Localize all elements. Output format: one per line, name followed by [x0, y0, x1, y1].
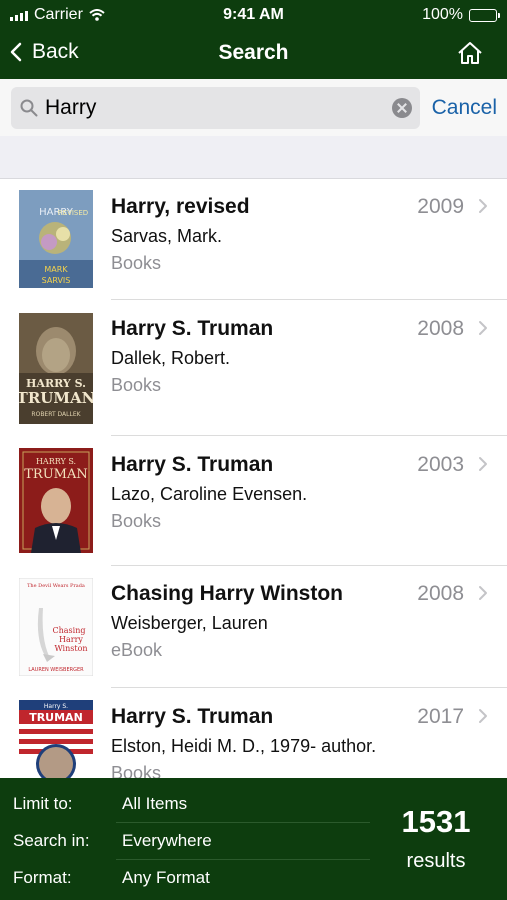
cover-title-3: Winston: [54, 644, 87, 653]
result-count-label: results: [406, 850, 466, 872]
result-year: 2003: [417, 453, 464, 476]
list-item[interactable]: HARRY REVISED MARK SARVIS Harry, revised…: [0, 179, 507, 300]
list-item[interactable]: HARRY S. TRUMAN Harry S. Truman Lazo, Ca…: [0, 436, 507, 566]
result-author: Sarvas, Mark.: [111, 226, 223, 246]
result-format: Books: [111, 763, 162, 778]
result-year: 2017: [417, 705, 464, 728]
search-in-filter-row[interactable]: Search in: Everywhere: [0, 823, 370, 860]
page-title: Search: [218, 41, 289, 64]
battery-icon: [469, 8, 500, 22]
book-cover-image: The Devil Wears Prada Chasing Harry Wins…: [19, 578, 93, 676]
search-icon: [20, 99, 38, 117]
search-bar: Cancel: [0, 79, 507, 136]
result-title: Chasing Harry Winston: [111, 582, 344, 605]
cover-author: ROBERT DALLEK: [31, 411, 81, 418]
limit-label: Limit to:: [13, 794, 73, 813]
list-item[interactable]: The Devil Wears Prada Chasing Harry Wins…: [0, 566, 507, 688]
cover-subtitle: TRUMAN: [24, 467, 88, 482]
format-filter-row[interactable]: Format: Any Format: [0, 860, 370, 897]
search-filter-footer: Limit to: All Items Search in: Everywher…: [0, 778, 507, 900]
result-year: 2008: [417, 317, 464, 340]
limit-value[interactable]: All Items: [122, 794, 187, 814]
home-icon[interactable]: [457, 41, 483, 65]
book-cover-image: Harry S. TRUMAN: [19, 700, 93, 778]
search-in-value[interactable]: Everywhere: [122, 831, 212, 851]
result-count: 1531: [401, 804, 471, 839]
format-value[interactable]: Any Format: [122, 868, 210, 888]
result-author: Dallek, Robert.: [111, 348, 231, 368]
result-author: Lazo, Caroline Evensen.: [111, 484, 308, 504]
chevron-right-icon: [479, 586, 487, 600]
navigation-bar: Back Search: [0, 30, 507, 79]
battery-percent: 100%: [422, 6, 463, 23]
list-item[interactable]: HARRY S. TRUMAN ROBERT DALLEK Harry S. T…: [0, 300, 507, 436]
cover-author-first: MARK: [44, 265, 68, 274]
cover-title-1: Chasing: [53, 626, 86, 635]
top-bar: Carrier 9:41 AM 100% Back Search: [0, 0, 507, 79]
book-cover-image: HARRY REVISED MARK SARVIS: [19, 190, 93, 288]
book-cover-image: HARRY S. TRUMAN: [19, 448, 93, 553]
result-format: Books: [111, 511, 162, 531]
search-in-label: Search in:: [13, 831, 90, 850]
result-year: 2009: [417, 195, 464, 218]
chevron-right-icon: [479, 199, 487, 213]
result-author: Weisberger, Lauren: [111, 613, 268, 633]
cover-author-last: SARVIS: [42, 276, 71, 285]
format-label: Format:: [13, 868, 72, 887]
results-list: HARRY REVISED MARK SARVIS Harry, revised…: [0, 179, 507, 778]
cover-subtitle: REVISED: [58, 209, 88, 217]
search-input[interactable]: [45, 93, 385, 123]
section-header: [0, 136, 507, 179]
cover-author: LAUREN WEISBERGER: [28, 667, 84, 673]
result-year: 2008: [417, 582, 464, 605]
cover-title-2: Harry: [59, 635, 83, 644]
chevron-right-icon: [479, 457, 487, 471]
cover-title: HARRY S.: [36, 457, 76, 466]
status-right: 100%: [422, 6, 500, 24]
cover-title: Harry S.: [44, 703, 68, 710]
result-format: eBook: [111, 640, 163, 660]
result-format: Books: [111, 253, 162, 273]
cover-subtitle: TRUMAN: [29, 711, 83, 724]
chevron-right-icon: [479, 321, 487, 335]
cover-subtitle: TRUMAN: [19, 389, 93, 407]
result-title: Harry S. Truman: [111, 705, 274, 728]
clear-search-icon[interactable]: [392, 98, 412, 118]
list-item[interactable]: Harry S. TRUMAN Harry S. Truman Elston, …: [0, 688, 507, 778]
result-title: Harry S. Truman: [111, 317, 274, 340]
limit-filter-row[interactable]: Limit to: All Items: [0, 786, 370, 823]
cover-tagline: The Devil Wears Prada: [27, 583, 85, 589]
status-bar: Carrier 9:41 AM 100%: [0, 0, 507, 30]
result-title: Harry, revised: [111, 195, 250, 218]
search-field[interactable]: [11, 87, 420, 129]
result-author: Elston, Heidi M. D., 1979- author.: [111, 736, 377, 756]
result-format: Books: [111, 375, 162, 395]
chevron-right-icon: [479, 709, 487, 723]
book-cover-image: HARRY S. TRUMAN ROBERT DALLEK: [19, 313, 93, 424]
result-title: Harry S. Truman: [111, 453, 274, 476]
cancel-button[interactable]: Cancel: [432, 96, 497, 120]
